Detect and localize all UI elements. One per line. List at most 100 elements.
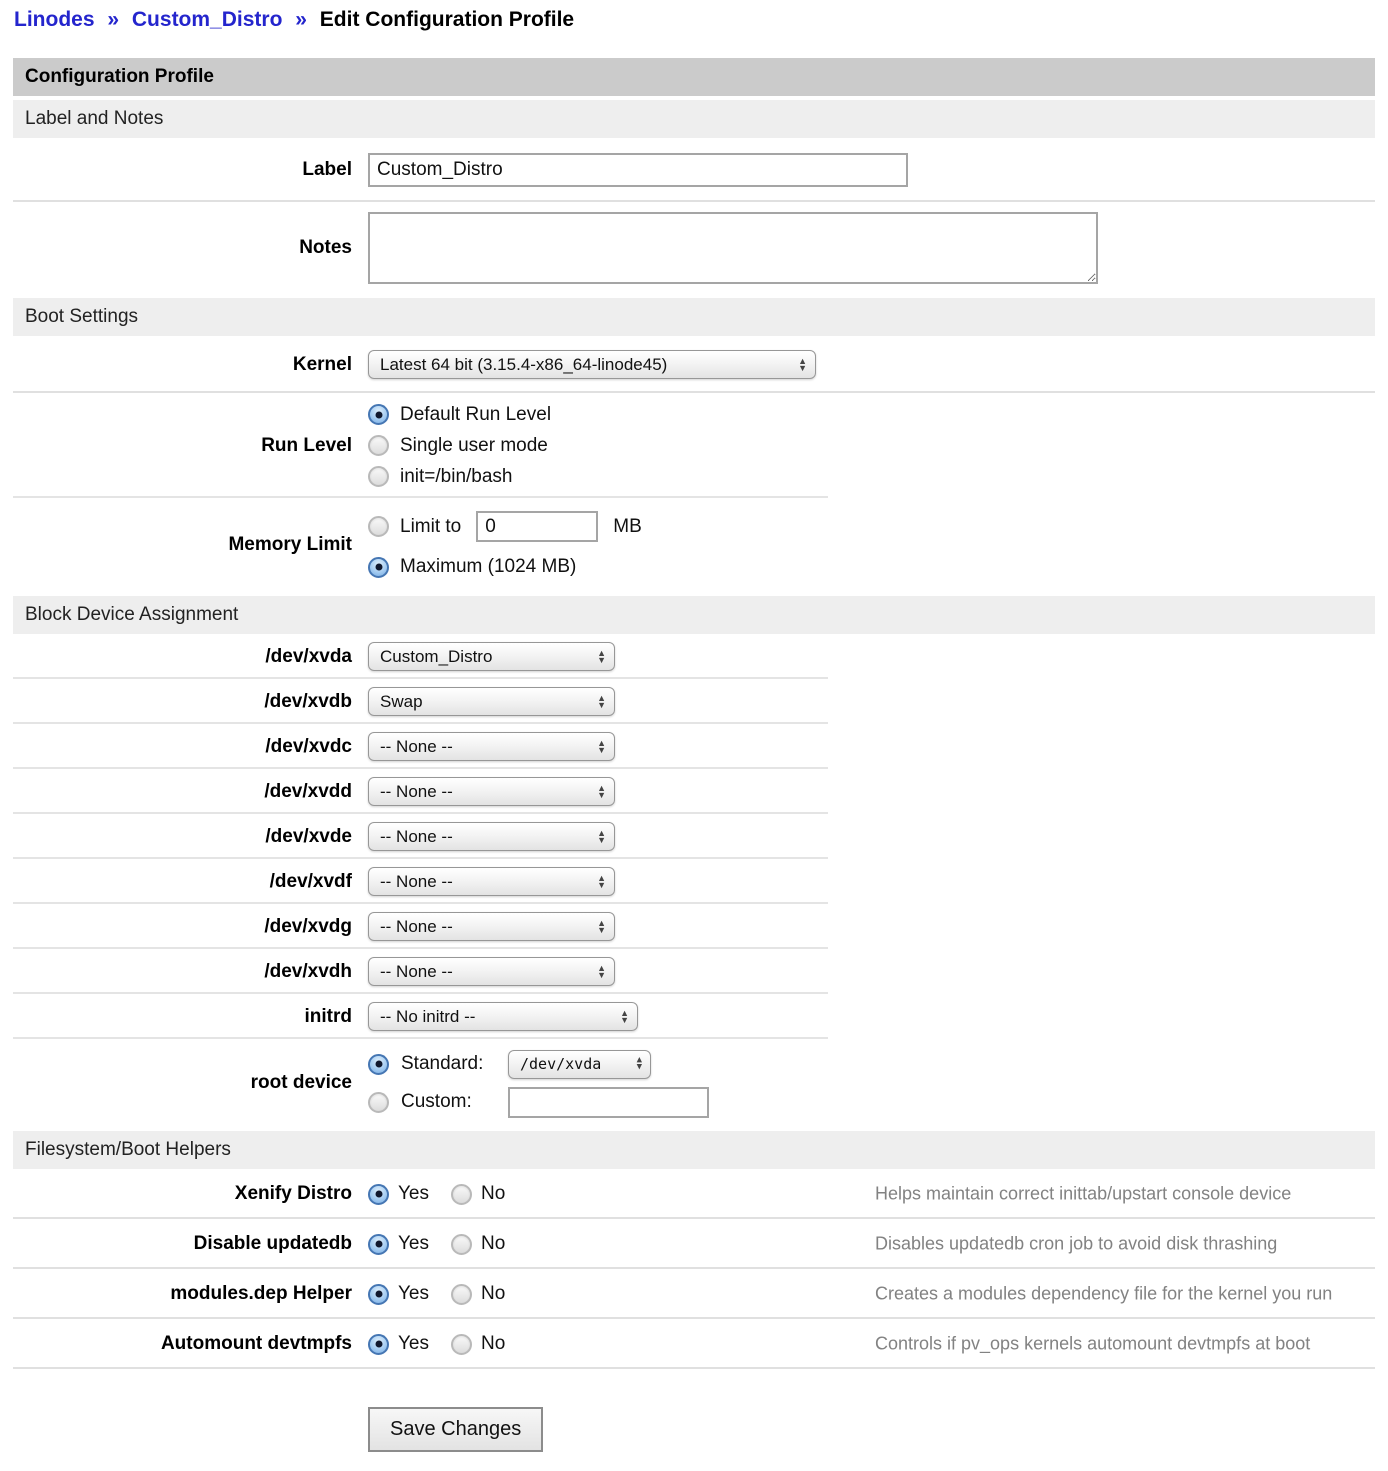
root-device-custom-radio[interactable]: [368, 1092, 389, 1113]
root-device-custom-input[interactable]: [508, 1087, 709, 1118]
modules-dep-label: modules.dep Helper: [13, 1283, 368, 1305]
device-xvda-select[interactable]: Custom_Distro ▲ ▼: [368, 642, 615, 671]
memory-maximum-radio[interactable]: [368, 557, 389, 578]
disable-updatedb-label: Disable updatedb: [13, 1233, 368, 1255]
devtmpfs-description: Controls if pv_ops kernels automount dev…: [875, 1334, 1310, 1355]
device-xvdd-select-value: -- None --: [380, 782, 453, 802]
stepper-down-icon: ▼: [597, 792, 606, 799]
initrd-label: initrd: [13, 1006, 368, 1028]
updatedb-yes-radio[interactable]: [368, 1234, 389, 1255]
select-stepper-icon: ▲ ▼: [589, 920, 606, 934]
modules-dep-no-radio[interactable]: [451, 1284, 472, 1305]
device-xvda-select-value: Custom_Distro: [380, 647, 492, 667]
devtmpfs-yes-radio[interactable]: [368, 1334, 389, 1355]
root-device-standard-select[interactable]: /dev/xvda ▲ ▼: [508, 1050, 651, 1079]
select-stepper-icon: ▲ ▼: [629, 1057, 642, 1071]
breadcrumb-link-linodes[interactable]: Linodes: [14, 8, 95, 31]
initrd-select-value: -- No initrd --: [380, 1007, 475, 1027]
run-level-option-default: Default Run Level: [368, 399, 1375, 430]
select-stepper-icon: ▲ ▼: [589, 650, 606, 664]
label-field-label: Label: [13, 159, 368, 181]
initrd-select[interactable]: -- No initrd -- ▲ ▼: [368, 1002, 638, 1031]
run-level-label: Run Level: [13, 435, 368, 457]
run-level-init-label: init=/bin/bash: [400, 466, 513, 488]
notes-row: Notes: [13, 202, 1375, 294]
xenify-yes-label: Yes: [398, 1183, 429, 1205]
kernel-row: Kernel Latest 64 bit (3.15.4-x86_64-lino…: [13, 336, 1375, 393]
stepper-down-icon: ▼: [597, 702, 606, 709]
section-heading-boot-settings: Boot Settings: [13, 298, 1375, 336]
stepper-down-icon: ▼: [597, 882, 606, 889]
modules-dep-yes-radio[interactable]: [368, 1284, 389, 1305]
xenify-description: Helps maintain correct inittab/upstart c…: [875, 1184, 1291, 1205]
devtmpfs-no-radio[interactable]: [451, 1334, 472, 1355]
breadcrumb-current-page: Edit Configuration Profile: [320, 8, 574, 31]
device-xvde-label: /dev/xvde: [13, 826, 368, 848]
device-xvdb-select[interactable]: Swap ▲ ▼: [368, 687, 615, 716]
device-xvdg-select[interactable]: -- None -- ▲ ▼: [368, 912, 615, 941]
device-xvdc-label: /dev/xvdc: [13, 736, 368, 758]
select-stepper-icon: ▲ ▼: [790, 358, 807, 372]
device-xvdf-label: /dev/xvdf: [13, 871, 368, 893]
root-device-label: root device: [13, 1072, 368, 1094]
stepper-down-icon: ▼: [597, 837, 606, 844]
kernel-label: Kernel: [13, 354, 368, 376]
xenify-yes-radio[interactable]: [368, 1184, 389, 1205]
updatedb-no-label: No: [481, 1233, 505, 1255]
root-device-custom-label: Custom:: [401, 1091, 496, 1113]
root-device-custom-option: Custom:: [368, 1083, 1375, 1121]
kernel-select[interactable]: Latest 64 bit (3.15.4-x86_64-linode45) ▲…: [368, 350, 816, 379]
run-level-row: Run Level Default Run Level Single user …: [13, 393, 1375, 498]
run-level-default-radio[interactable]: [368, 404, 389, 425]
select-stepper-icon: ▲ ▼: [589, 785, 606, 799]
memory-maximum-option: Maximum (1024 MB): [368, 549, 1375, 586]
memory-limit-label: Memory Limit: [13, 534, 368, 556]
device-row-xvdd: /dev/xvdd -- None -- ▲ ▼: [13, 769, 1375, 814]
device-xvdc-select[interactable]: -- None -- ▲ ▼: [368, 732, 615, 761]
breadcrumb: Linodes » Custom_Distro » Edit Configura…: [13, 6, 1375, 32]
memory-limit-unit: MB: [613, 516, 642, 538]
device-xvdf-select[interactable]: -- None -- ▲ ▼: [368, 867, 615, 896]
save-changes-button[interactable]: Save Changes: [368, 1407, 543, 1452]
device-xvdh-label: /dev/xvdh: [13, 961, 368, 983]
notes-textarea[interactable]: [368, 212, 1098, 284]
select-stepper-icon: ▲ ▼: [612, 1010, 629, 1024]
device-xvdh-select[interactable]: -- None -- ▲ ▼: [368, 957, 615, 986]
memory-limit-to-label: Limit to: [400, 516, 461, 538]
select-stepper-icon: ▲ ▼: [589, 965, 606, 979]
automount-devtmpfs-label: Automount devtmpfs: [13, 1333, 368, 1355]
updatedb-description: Disables updatedb cron job to avoid disk…: [875, 1234, 1277, 1255]
section-heading-label-and-notes: Label and Notes: [13, 100, 1375, 138]
kernel-select-value: Latest 64 bit (3.15.4-x86_64-linode45): [380, 355, 667, 375]
modules-dep-no-label: No: [481, 1283, 505, 1305]
device-row-xvdc: /dev/xvdc -- None -- ▲ ▼: [13, 724, 1375, 769]
device-row-xvdb: /dev/xvdb Swap ▲ ▼: [13, 679, 1375, 724]
section-heading-block-device: Block Device Assignment: [13, 596, 1375, 634]
run-level-init-radio[interactable]: [368, 466, 389, 487]
memory-limit-option: Limit to MB: [368, 505, 1375, 549]
run-level-single-radio[interactable]: [368, 435, 389, 456]
device-xvdh-select-value: -- None --: [380, 962, 453, 982]
root-device-standard-radio[interactable]: [368, 1054, 389, 1075]
updatedb-no-radio[interactable]: [451, 1234, 472, 1255]
memory-limit-radio[interactable]: [368, 516, 389, 537]
breadcrumb-separator: »: [107, 8, 119, 31]
device-xvdd-select[interactable]: -- None -- ▲ ▼: [368, 777, 615, 806]
breadcrumb-link-custom-distro[interactable]: Custom_Distro: [132, 8, 283, 31]
initrd-row: initrd -- No initrd -- ▲ ▼: [13, 994, 1375, 1039]
memory-limit-input[interactable]: [476, 511, 598, 542]
stepper-down-icon: ▼: [597, 927, 606, 934]
stepper-down-icon: ▼: [597, 972, 606, 979]
stepper-down-icon: ▼: [637, 1064, 642, 1071]
devtmpfs-yes-label: Yes: [398, 1333, 429, 1355]
device-xvda-label: /dev/xvda: [13, 646, 368, 668]
device-row-xvda: /dev/xvda Custom_Distro ▲ ▼: [13, 634, 1375, 679]
device-xvde-select[interactable]: -- None -- ▲ ▼: [368, 822, 615, 851]
label-input[interactable]: [368, 153, 908, 187]
panel-title: Configuration Profile: [13, 58, 1375, 96]
device-xvdg-select-value: -- None --: [380, 917, 453, 937]
select-stepper-icon: ▲ ▼: [589, 695, 606, 709]
breadcrumb-separator: »: [295, 8, 307, 31]
xenify-no-radio[interactable]: [451, 1184, 472, 1205]
xenify-distro-label: Xenify Distro: [13, 1183, 368, 1205]
